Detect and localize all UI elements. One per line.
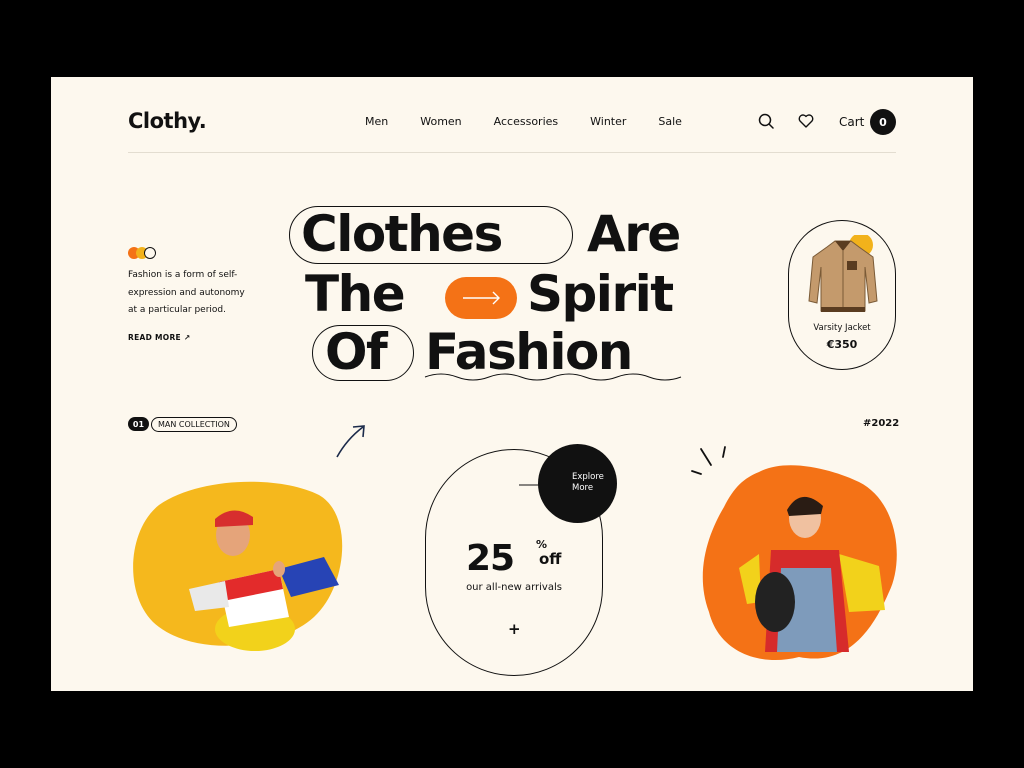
product-card[interactable]: Varsity Jacket €350 [788, 220, 896, 370]
heart-icon[interactable] [797, 112, 815, 130]
headline-word: Are [587, 205, 681, 263]
product-name: Varsity Jacket [813, 323, 871, 333]
arrow-up-right-icon [336, 425, 365, 458]
main-nav: Men Women Accessories Winter Sale [365, 115, 682, 128]
collection-label[interactable]: MAN COLLECTION [151, 417, 237, 432]
headline-word: Spirit [527, 265, 674, 323]
header-divider [128, 152, 896, 153]
search-icon[interactable] [757, 112, 775, 130]
headline-word: Of [325, 323, 388, 381]
explore-label-line1: Explore [572, 472, 604, 482]
nav-item-sale[interactable]: Sale [658, 115, 682, 128]
squiggle-underline [424, 373, 682, 381]
varsity-jacket-image [808, 235, 878, 312]
landing-page: Clothy. Men Women Accessories Winter Sal… [51, 77, 973, 691]
headline-word: Fashion [425, 323, 633, 381]
explore-label-line2: More [572, 483, 594, 493]
headline-word: The [305, 265, 406, 323]
nav-item-women[interactable]: Women [420, 115, 461, 128]
collection-number-badge: 01 [128, 417, 149, 431]
discount-off: off [539, 550, 562, 568]
hero-headline: Clothes Are The Spirit Of Fashion [287, 203, 727, 413]
product-price: €350 [826, 338, 858, 351]
logo[interactable]: Clothy. [128, 109, 207, 133]
arrow-pill-button[interactable] [445, 277, 517, 319]
arrow-right-icon [463, 291, 500, 305]
man-collection-photo[interactable] [129, 477, 344, 652]
orange-blob-photo[interactable] [699, 462, 899, 662]
discount-number: 25 [466, 538, 515, 579]
nav-item-winter[interactable]: Winter [590, 115, 626, 128]
read-more-link[interactable]: READ MORE ↗ [128, 333, 190, 342]
cart-count-badge[interactable]: 0 [870, 109, 896, 135]
plus-icon[interactable]: + [508, 620, 521, 638]
nav-item-accessories[interactable]: Accessories [494, 115, 558, 128]
nav-item-men[interactable]: Men [365, 115, 388, 128]
cart-link[interactable]: Cart [839, 115, 864, 129]
outline-dot [144, 247, 156, 259]
promo-subtitle: our all-new arrivals [466, 582, 562, 593]
explore-more-button[interactable]: Explore More [538, 444, 617, 523]
headline-word: Clothes [301, 205, 503, 263]
year-tag: #2022 [863, 418, 900, 429]
color-dots [128, 247, 158, 259]
intro-text: Fashion is a form of self-expression and… [128, 270, 245, 315]
